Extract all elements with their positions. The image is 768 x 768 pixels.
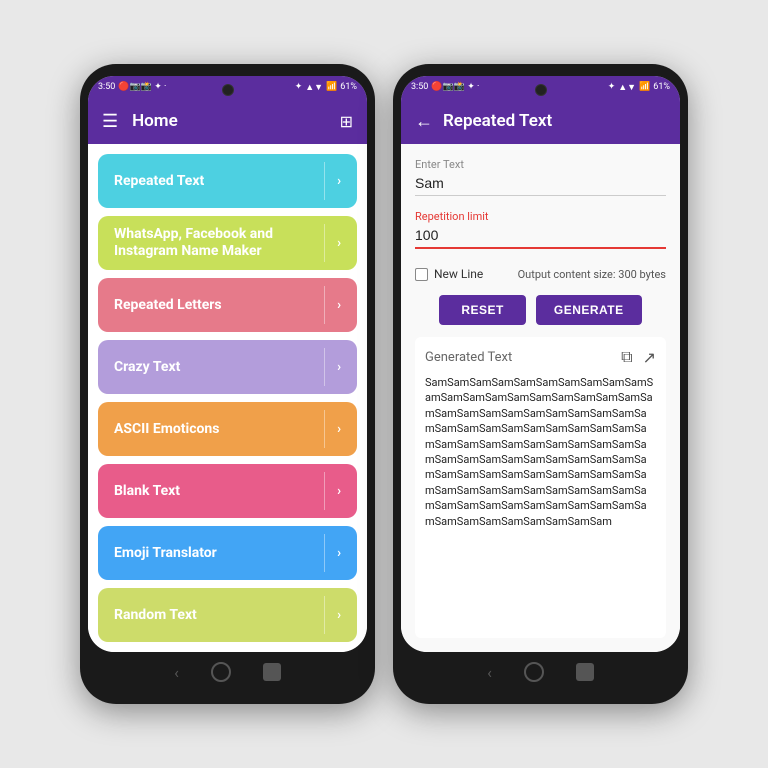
grid-icon[interactable]: ⊞ [340, 112, 353, 131]
home-nav-icon[interactable] [211, 662, 231, 682]
repetition-input[interactable] [415, 225, 666, 249]
menu-chevron-blank-text: › [337, 484, 341, 499]
generated-section: Generated Text ⧉ ↗ SamSamSamSamSamSamSam… [415, 337, 666, 638]
left-phone: 3:50 🔴📷📸 ✦ · ✦ ▲▼ 📶 61% ☰ Home ⊞ Repeate… [80, 64, 375, 704]
camera-dot-right [535, 84, 547, 96]
new-line-checkbox-row[interactable]: New Line [415, 267, 483, 281]
menu-chevron-random-text: › [337, 608, 341, 623]
menu-divider-ascii-emoticons [324, 410, 325, 448]
share-icon[interactable]: ↗ [643, 348, 656, 367]
menu-divider-blank-text [324, 472, 325, 510]
wifi-icon: 📶 [326, 82, 337, 92]
detail-app-bar: ← Repeated Text [401, 98, 680, 144]
menu-item-label-whatsapp: WhatsApp, Facebook and Instagram Name Ma… [114, 226, 324, 260]
enter-text-group: Enter Text [415, 158, 666, 196]
menu-item-random-text[interactable]: Random Text › [98, 588, 357, 642]
menu-item-blank-text[interactable]: Blank Text › [98, 464, 357, 518]
menu-item-emoji-translator[interactable]: Emoji Translator › [98, 526, 357, 580]
enter-text-label: Enter Text [415, 158, 666, 171]
menu-item-label-random-text: Random Text [114, 607, 324, 624]
bottom-bar-left: ‹ [88, 652, 367, 692]
notif-icons: 🔴📷📸 ✦ · [118, 82, 166, 92]
menu-chevron-repeated-text: › [337, 174, 341, 189]
home-title: Home [132, 111, 325, 131]
hamburger-icon[interactable]: ☰ [102, 111, 118, 132]
menu-chevron-ascii-emoticons: › [337, 422, 341, 437]
status-right-left: 3:50 🔴📷📸 ✦ · [411, 82, 479, 92]
detail-title: Repeated Text [443, 111, 552, 131]
new-line-checkbox[interactable] [415, 268, 428, 281]
signal-icon: ▲▼ [305, 82, 323, 93]
detail-content: Enter Text Repetition limit New Line Out… [401, 144, 680, 652]
wifi-icon-r: 📶 [639, 82, 650, 92]
menu-divider-random-text [324, 596, 325, 634]
menu-chevron-repeated-letters: › [337, 298, 341, 313]
back-icon[interactable]: ← [415, 111, 433, 132]
left-screen: 3:50 🔴📷📸 ✦ · ✦ ▲▼ 📶 61% ☰ Home ⊞ Repeate… [88, 76, 367, 652]
menu-divider-whatsapp [324, 224, 325, 262]
menu-item-label-ascii-emoticons: ASCII Emoticons [114, 421, 324, 438]
battery-right: 61% [653, 82, 670, 92]
menu-chevron-crazy-text: › [337, 360, 341, 375]
status-right-right: ✦ ▲▼ 📶 61% [608, 82, 670, 93]
bluetooth-icon: ✦ [295, 82, 303, 92]
reset-button[interactable]: RESET [439, 295, 526, 325]
camera-dot [222, 84, 234, 96]
time-right: 3:50 [411, 82, 428, 92]
signal-icon-r: ▲▼ [618, 82, 636, 93]
time-left: 3:50 [98, 82, 115, 92]
menu-divider-repeated-text [324, 162, 325, 200]
status-left: 3:50 🔴📷📸 ✦ · [98, 82, 166, 92]
recents-nav-icon[interactable] [263, 663, 281, 681]
menu-item-whatsapp[interactable]: WhatsApp, Facebook and Instagram Name Ma… [98, 216, 357, 270]
menu-chevron-emoji-translator: › [337, 546, 341, 561]
repetition-group: Repetition limit [415, 210, 666, 249]
right-screen: 3:50 🔴📷📸 ✦ · ✦ ▲▼ 📶 61% ← Repeated Text … [401, 76, 680, 652]
app-bar-left: ☰ Home ⊞ [88, 98, 367, 144]
battery-left: 61% [340, 82, 357, 92]
menu-item-label-blank-text: Blank Text [114, 483, 324, 500]
options-row: New Line Output content size: 300 bytes [415, 267, 666, 281]
menu-item-label-crazy-text: Crazy Text [114, 359, 324, 376]
menu-item-label-emoji-translator: Emoji Translator [114, 545, 324, 562]
menu-chevron-whatsapp: › [337, 236, 341, 251]
menu-item-crazy-text[interactable]: Crazy Text › [98, 340, 357, 394]
recents-nav-icon-r[interactable] [576, 663, 594, 681]
generated-actions: ⧉ ↗ [621, 347, 656, 367]
menu-list: Repeated Text › WhatsApp, Facebook and I… [88, 144, 367, 652]
repetition-label: Repetition limit [415, 210, 666, 223]
generated-label: Generated Text [425, 350, 512, 365]
menu-item-label-repeated-text: Repeated Text [114, 173, 324, 190]
back-nav-icon[interactable]: ‹ [174, 663, 179, 682]
bottom-bar-right: ‹ [401, 652, 680, 692]
menu-item-repeated-text[interactable]: Repeated Text › [98, 154, 357, 208]
copy-icon[interactable]: ⧉ [621, 347, 632, 367]
enter-text-input[interactable] [415, 173, 666, 196]
home-nav-icon-r[interactable] [524, 662, 544, 682]
generated-header: Generated Text ⧉ ↗ [425, 347, 656, 367]
menu-item-repeated-letters[interactable]: Repeated Letters › [98, 278, 357, 332]
menu-item-label-repeated-letters: Repeated Letters [114, 297, 324, 314]
menu-divider-crazy-text [324, 348, 325, 386]
menu-divider-repeated-letters [324, 286, 325, 324]
menu-item-ascii-emoticons[interactable]: ASCII Emoticons › [98, 402, 357, 456]
generated-text: SamSamSamSamSamSamSamSamSamSamSamSamSamS… [425, 375, 656, 529]
notif-icons-right: 🔴📷📸 ✦ · [431, 82, 479, 92]
status-right: ✦ ▲▼ 📶 61% [295, 82, 357, 93]
menu-divider-emoji-translator [324, 534, 325, 572]
bluetooth-icon-r: ✦ [608, 82, 616, 92]
back-nav-icon-r[interactable]: ‹ [487, 663, 492, 682]
right-phone: 3:50 🔴📷📸 ✦ · ✦ ▲▼ 📶 61% ← Repeated Text … [393, 64, 688, 704]
buttons-row: RESET GENERATE [415, 295, 666, 325]
generate-button[interactable]: GENERATE [536, 295, 642, 325]
new-line-label: New Line [434, 267, 483, 281]
output-size-label: Output content size: 300 bytes [518, 268, 666, 281]
